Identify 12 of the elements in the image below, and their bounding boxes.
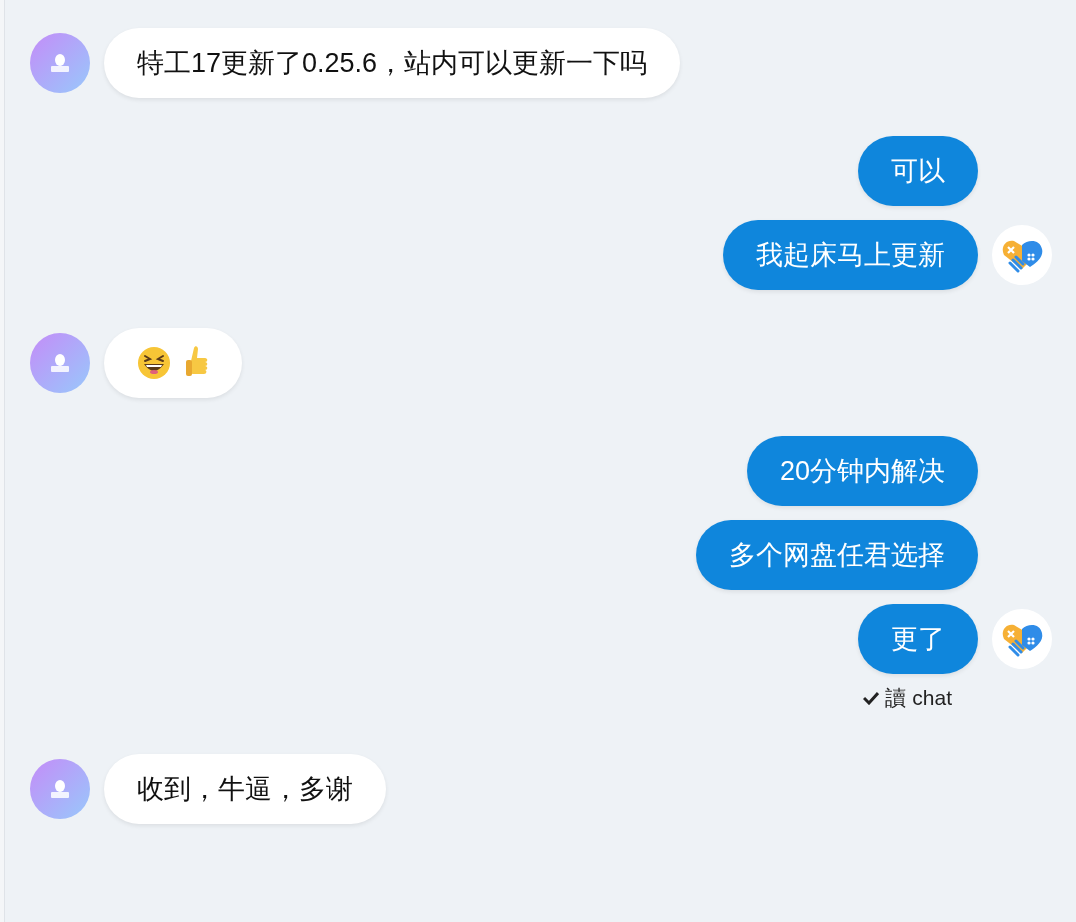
read-receipt: 讀 chat — [885, 685, 952, 711]
user-avatar — [30, 33, 90, 93]
message-bubble: 我起床马上更新 — [723, 220, 978, 290]
message-bubble: 多个网盘任君选择 — [696, 520, 978, 590]
message-bubble: 收到，牛逼，多谢 — [104, 754, 386, 824]
message-bubble: 可以 — [858, 136, 978, 206]
message-bubble: 特工17更新了0.25.6，站内可以更新一下吗 — [104, 28, 681, 98]
user-avatar — [30, 333, 90, 393]
message-bubble: 更了 — [858, 604, 978, 674]
user-avatar — [30, 759, 90, 819]
laughing-face-icon — [137, 346, 171, 380]
message-bubble: 20分钟内解决 — [746, 436, 978, 506]
